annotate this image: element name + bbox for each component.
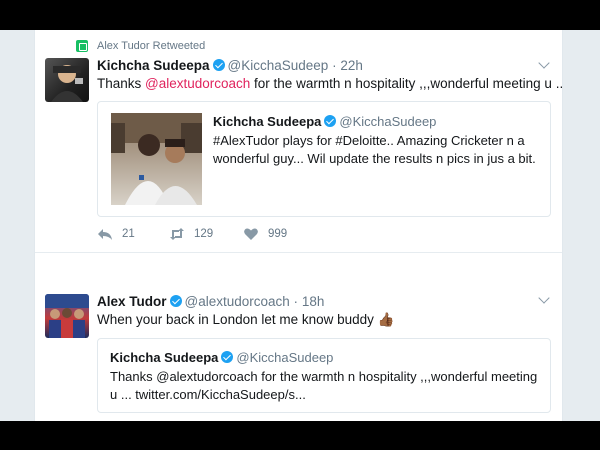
- like-count: 999: [268, 228, 288, 240]
- retweet-banner[interactable]: Alex Tudor Retweeted: [97, 40, 205, 52]
- author-handle[interactable]: @KicchaSudeep: [228, 58, 329, 73]
- verified-badge-icon: [169, 295, 182, 307]
- quoted-header: Kichcha Sudeepa @KicchaSudeep: [213, 114, 436, 129]
- quoted-tweet[interactable]: Kichcha Sudeepa @KicchaSudeep Thanks @ale…: [97, 338, 551, 413]
- verified-badge-icon: [221, 351, 234, 363]
- chevron-down-icon[interactable]: [538, 292, 550, 304]
- tweet[interactable]: Alex Tudor Retweeted Kichcha Sudeepa @Kic…: [35, 30, 562, 253]
- tweet-time[interactable]: 18h: [302, 294, 325, 309]
- letterbox-bottom: [0, 421, 600, 450]
- quoted-tweet[interactable]: Kichcha Sudeepa @KicchaSudeep #AlexTudor …: [97, 101, 551, 217]
- verified-badge-icon: [324, 115, 337, 127]
- mention-link[interactable]: @alextudorcoach: [145, 76, 250, 91]
- avatar[interactable]: [45, 294, 89, 338]
- separator-dot: ·: [332, 58, 337, 73]
- retweeted-icon: [76, 40, 88, 52]
- thumbs-up-emoji: 👍🏾: [377, 312, 395, 327]
- author-name[interactable]: Kichcha Sudeepa: [97, 58, 210, 73]
- reply-button[interactable]: 21: [97, 227, 135, 241]
- tweet-header: Alex Tudor @alextudorcoach · 18h: [97, 294, 324, 309]
- reply-count: 21: [122, 228, 135, 240]
- quoted-author-handle[interactable]: @KicchaSudeep: [236, 350, 333, 365]
- separator-dot: ·: [293, 294, 299, 309]
- tweet[interactable]: Alex Tudor @alextudorcoach · 18h When you…: [35, 253, 562, 421]
- chevron-down-icon[interactable]: [538, 57, 550, 69]
- tweet-text-part: When your back in London let me know bud…: [97, 312, 374, 327]
- quoted-author-name[interactable]: Kichcha Sudeepa: [110, 350, 218, 365]
- quoted-text-line: wonderful guy... Wil update the results …: [213, 151, 536, 166]
- author-handle[interactable]: @alextudorcoach: [185, 294, 290, 309]
- quoted-text-line: #AlexTudor plays for #Deloitte.. Amazing…: [213, 133, 525, 148]
- quoted-header: Kichcha Sudeepa @KicchaSudeep: [110, 350, 333, 365]
- heart-icon: [244, 228, 258, 240]
- quoted-photo[interactable]: [111, 113, 202, 205]
- retweet-count: 129: [194, 228, 214, 240]
- quoted-text-line: u ... twitter.com/KicchaSudeep/s...: [110, 387, 306, 402]
- quoted-text: #AlexTudor plays for #Deloitte.. Amazing…: [213, 132, 543, 168]
- letterbox-top: [0, 0, 600, 30]
- reply-icon: [98, 229, 112, 240]
- tweet-text: Thanks @alextudorcoach for the warmth n …: [97, 76, 563, 91]
- tweet-time[interactable]: 22h: [340, 58, 363, 73]
- quoted-text-line: Thanks @alextudorcoach for the warmth n …: [110, 369, 538, 384]
- tweet-text-part: Thanks: [97, 76, 146, 91]
- author-name[interactable]: Alex Tudor: [97, 294, 167, 309]
- quoted-author-name[interactable]: Kichcha Sudeepa: [213, 114, 321, 129]
- tweet-header: Kichcha Sudeepa @KicchaSudeep · 22h: [97, 58, 363, 73]
- retweet-button[interactable]: 129: [169, 227, 213, 241]
- quoted-author-handle[interactable]: @KicchaSudeep: [339, 114, 436, 129]
- retweet-icon: [170, 228, 184, 240]
- tweet-text-part: for the warmth n hospitality ,,,wonderfu…: [250, 76, 563, 91]
- timeline: Alex Tudor Retweeted Kichcha Sudeepa @Kic…: [34, 30, 563, 421]
- quoted-text: Thanks @alextudorcoach for the warmth n …: [110, 368, 542, 404]
- tweet-text: When your back in London let me know bud…: [97, 312, 395, 328]
- avatar[interactable]: [45, 58, 89, 102]
- like-button[interactable]: 999: [243, 227, 287, 241]
- verified-badge-icon: [212, 59, 225, 71]
